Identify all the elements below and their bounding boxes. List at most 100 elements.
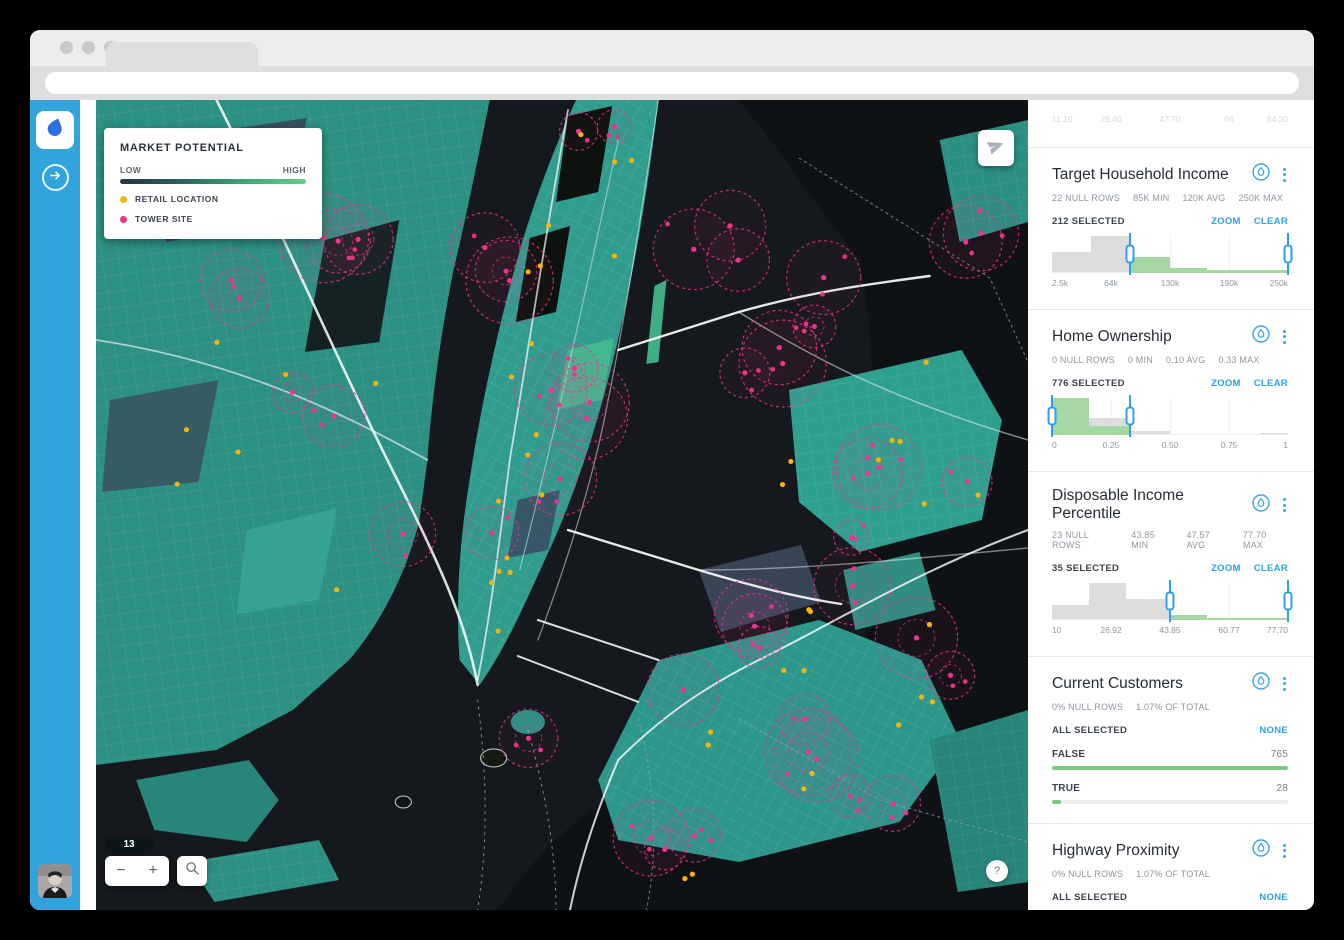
retail-location-dot <box>682 876 687 881</box>
tower-site-dot <box>587 400 592 405</box>
tower-site-dot <box>870 443 875 448</box>
share-button[interactable] <box>978 130 1014 166</box>
tower-site-dot <box>802 716 807 721</box>
zoom-link[interactable]: ZOOM <box>1211 216 1241 227</box>
legend-high-label: HIGH <box>283 165 306 175</box>
tower-site-dot <box>558 476 563 481</box>
tower-site-dot <box>572 366 577 371</box>
expand-panel-button[interactable] <box>42 164 69 191</box>
retail-location-dot <box>489 580 494 585</box>
help-button[interactable]: ? <box>986 860 1008 882</box>
panel-menu-icon[interactable] <box>1281 496 1288 514</box>
clear-link[interactable]: CLEAR <box>1254 378 1288 389</box>
tower-site-dot <box>770 367 775 372</box>
tower-site-dot <box>355 237 360 242</box>
stat-null-rows: 0 NULL ROWS <box>1052 355 1115 365</box>
retail-location-dot <box>927 622 932 627</box>
range-slider-handle[interactable] <box>1284 245 1293 264</box>
stat-min: 0 MIN <box>1128 355 1153 365</box>
category-label: FALSE <box>1052 749 1085 760</box>
none-link[interactable]: NONE <box>1259 725 1288 736</box>
axis-tick: 29.40 <box>1100 114 1121 124</box>
tower-site-dot <box>290 390 295 395</box>
tower-site-dot <box>914 635 919 640</box>
histogram-bar-unselected <box>1126 599 1170 619</box>
retail-location-dot <box>373 381 378 386</box>
retail-location-dot <box>539 492 544 497</box>
window-control-dot[interactable] <box>60 41 73 54</box>
range-slider-handle[interactable] <box>1125 407 1134 426</box>
browser-tab[interactable] <box>106 42 258 66</box>
retail-location-dot <box>184 427 189 432</box>
tower-site-dot <box>777 345 782 350</box>
clear-link[interactable]: CLEAR <box>1254 563 1288 574</box>
tower-site-dot <box>792 716 797 721</box>
address-bar[interactable] <box>45 72 1299 94</box>
category-row-false[interactable]: FALSE 765 <box>1052 749 1288 770</box>
panel-menu-icon[interactable] <box>1281 675 1288 693</box>
range-slider-handle[interactable] <box>1048 407 1057 426</box>
filter-droplet-icon[interactable] <box>1252 325 1270 348</box>
tower-site-dot <box>681 687 686 692</box>
selected-range-baseline <box>1130 271 1288 273</box>
tower-site-dot <box>794 325 799 330</box>
map-search-button[interactable] <box>177 856 207 886</box>
category-bar-fill <box>1052 800 1061 804</box>
retail-location-dot <box>923 360 928 365</box>
filter-droplet-icon[interactable] <box>1252 839 1270 862</box>
category-label: TRUE <box>1052 783 1080 794</box>
histogram-gridline <box>1229 398 1230 434</box>
tower-site-dot <box>948 673 953 678</box>
panel-title: Target Household Income <box>1052 166 1252 184</box>
zoom-link[interactable]: ZOOM <box>1211 563 1241 574</box>
axis-tick: 10 <box>1052 625 1061 635</box>
tower-site-dot <box>965 479 970 484</box>
retail-location-dot <box>526 269 531 274</box>
axis-tick: 26.92 <box>1100 625 1121 635</box>
retail-location-dot <box>876 457 881 462</box>
tower-site-dot <box>507 278 512 283</box>
panel-menu-icon[interactable] <box>1281 166 1288 184</box>
tower-site-dot <box>950 683 955 688</box>
histogram-gridline <box>1229 236 1230 272</box>
tower-site-dot <box>647 847 652 852</box>
app-left-rail <box>30 100 80 910</box>
panel-menu-icon[interactable] <box>1281 842 1288 860</box>
user-avatar[interactable] <box>38 864 72 898</box>
range-slider-handle[interactable] <box>1166 592 1175 611</box>
range-slider-handle[interactable] <box>1125 245 1134 264</box>
stat-min: 85K MIN <box>1133 193 1169 203</box>
panel-menu-icon[interactable] <box>1281 328 1288 346</box>
tower-site-dot <box>848 793 853 798</box>
tower-site-dot <box>861 523 866 528</box>
tower-site-dot <box>554 499 559 504</box>
zoom-out-button[interactable]: − <box>105 856 137 886</box>
window-control-dot[interactable] <box>82 41 95 54</box>
histogram-gridline <box>1170 236 1171 272</box>
axis-tick: 250k <box>1270 278 1288 288</box>
tower-site-dot <box>482 245 487 250</box>
none-link[interactable]: NONE <box>1259 892 1288 903</box>
clear-link[interactable]: CLEAR <box>1254 216 1288 227</box>
app-logo-button[interactable] <box>36 111 74 149</box>
filter-droplet-icon[interactable] <box>1252 672 1270 695</box>
retail-location-dot <box>612 253 617 258</box>
stat-avg: 0.10 AVG <box>1166 355 1205 365</box>
zoom-in-button[interactable]: + <box>137 856 169 886</box>
zoom-level-badge: 13 <box>105 836 153 853</box>
category-row-true[interactable]: TRUE 28 <box>1052 783 1288 804</box>
tower-site-dot <box>814 756 819 761</box>
retail-location-dot <box>612 159 617 164</box>
tower-site-dot <box>898 457 903 462</box>
filter-droplet-icon[interactable] <box>1252 163 1270 186</box>
filter-droplet-icon[interactable] <box>1252 494 1270 517</box>
zoom-link[interactable]: ZOOM <box>1211 378 1241 389</box>
tower-site-dot <box>752 624 757 629</box>
range-slider-handle[interactable] <box>1284 592 1293 611</box>
axis-tick: 84.30 <box>1267 114 1288 124</box>
histogram-bar-unselected <box>1052 605 1089 619</box>
retail-location-dot <box>890 438 895 443</box>
histogram-bar-unselected <box>1091 236 1130 272</box>
tower-site-dot <box>607 133 612 138</box>
legend-low-label: LOW <box>120 165 141 175</box>
